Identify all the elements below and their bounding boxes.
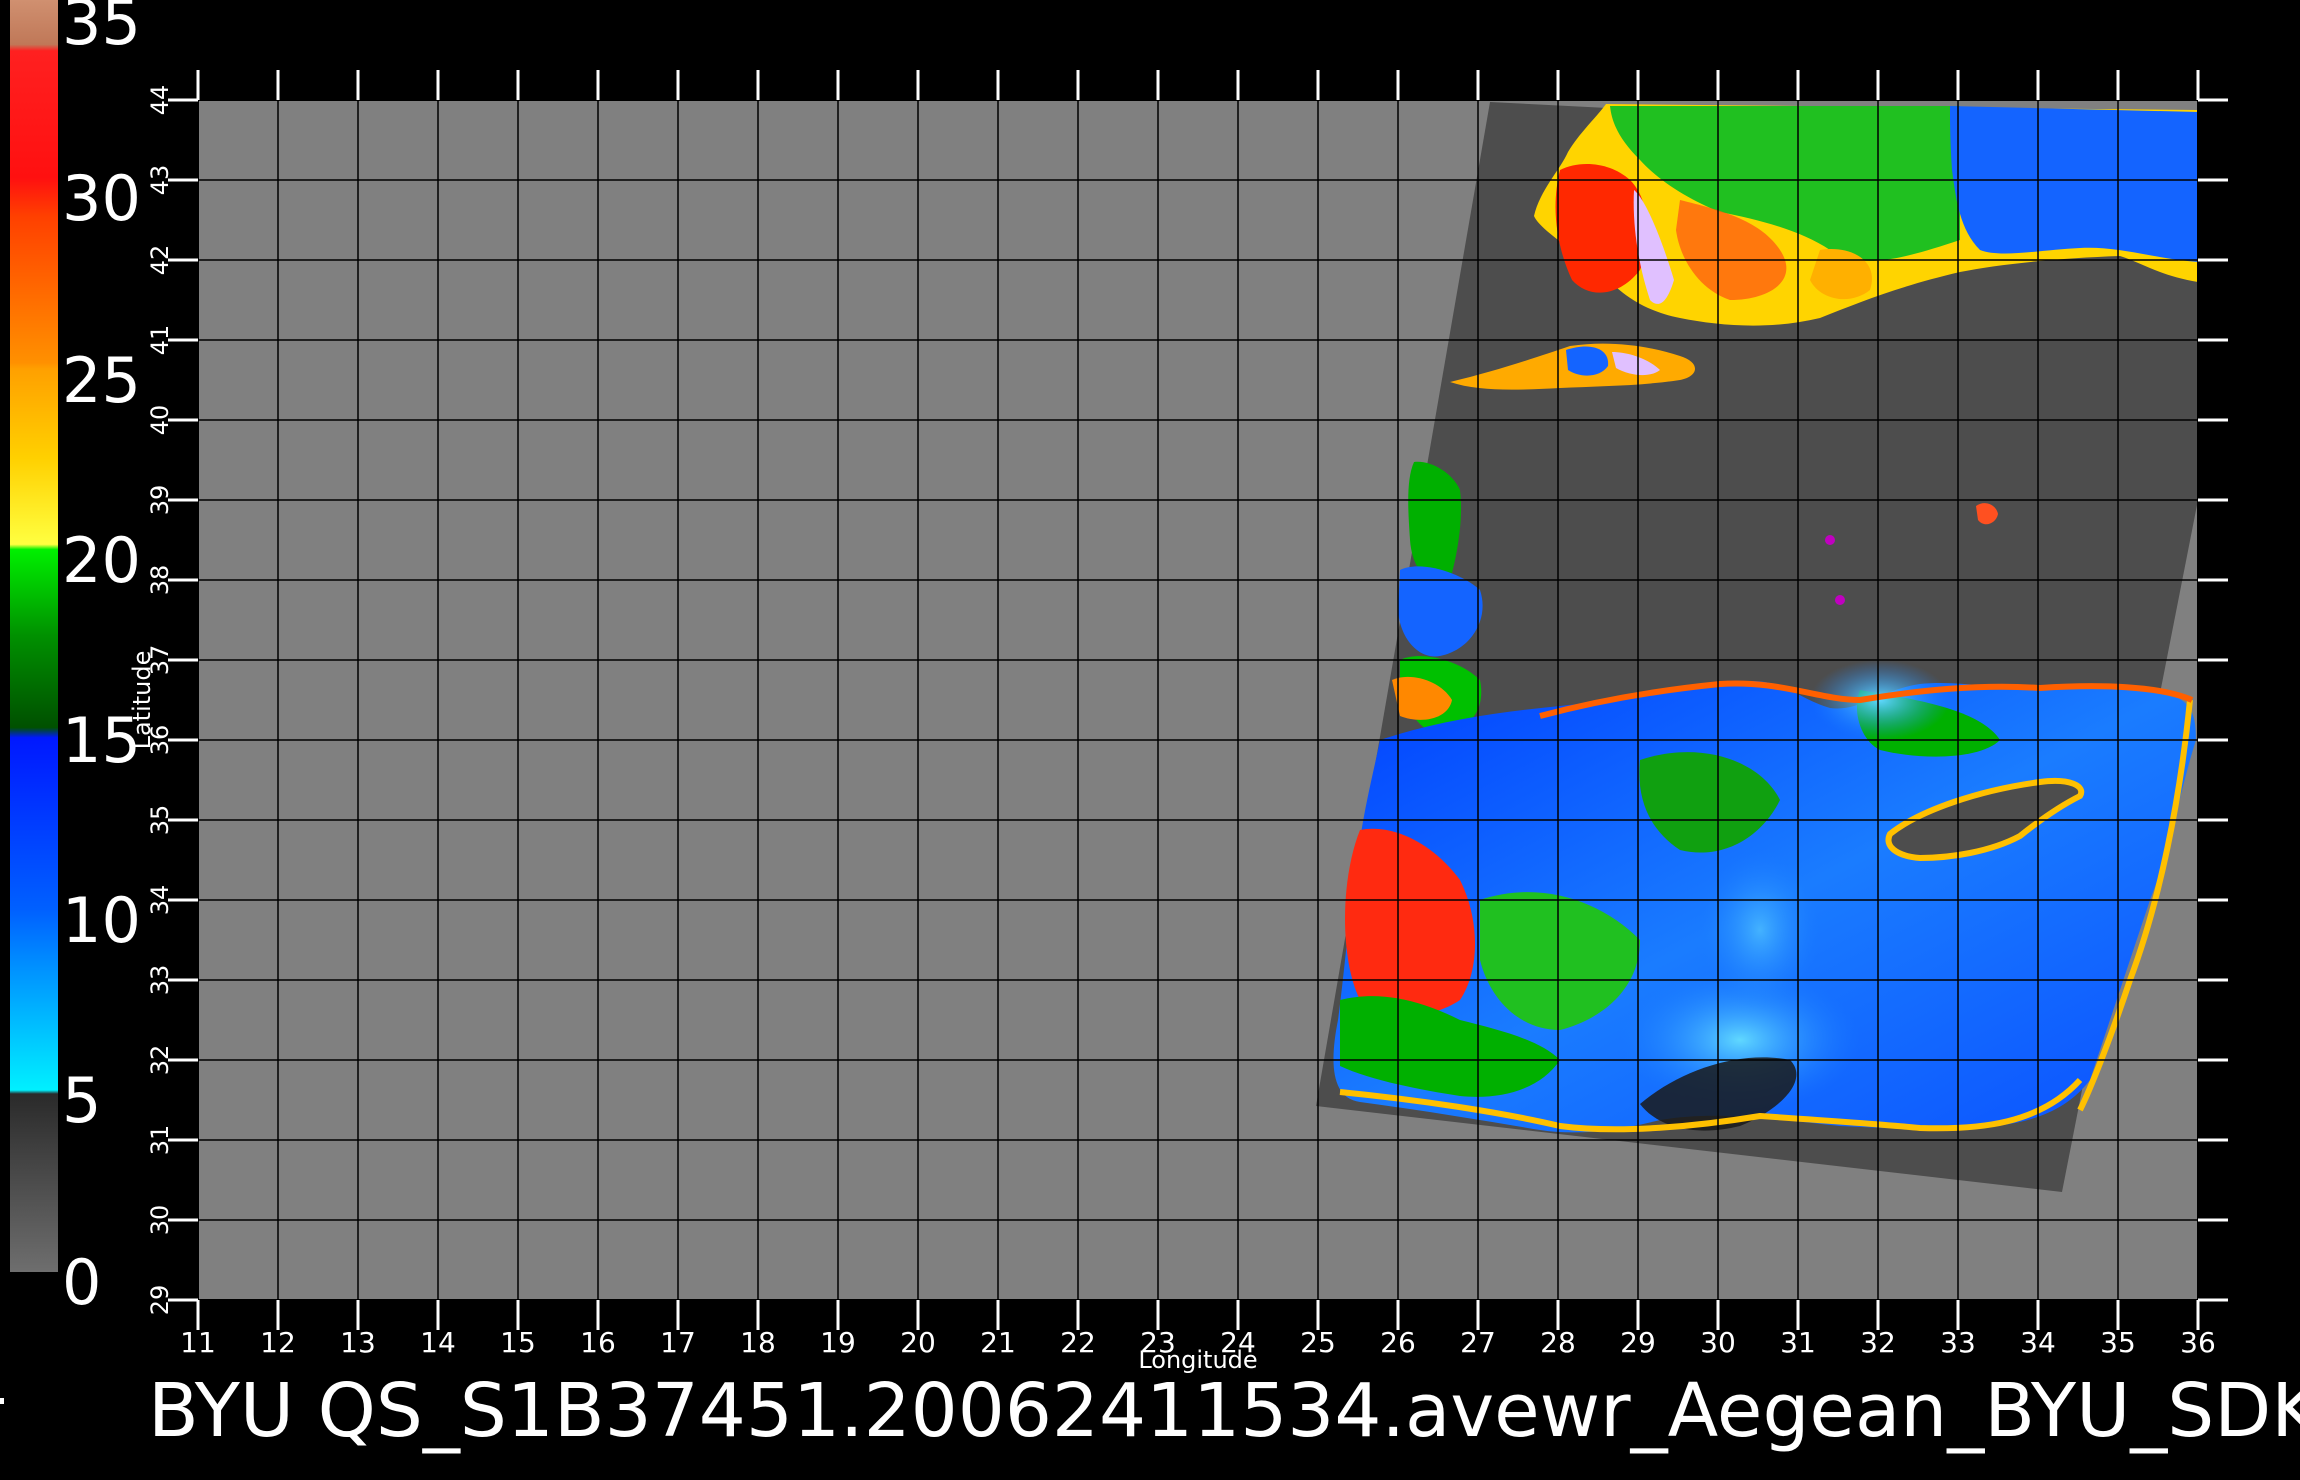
lon-tick-label: 17 <box>660 1326 696 1359</box>
lon-tick-label: 13 <box>340 1326 376 1359</box>
lon-tick-label: 11 <box>180 1326 216 1359</box>
footer-marker <box>0 1398 4 1404</box>
lon-tick-label: 26 <box>1380 1326 1416 1359</box>
lat-tick-label: 34 <box>146 885 174 916</box>
lon-tick-label: 34 <box>2020 1326 2056 1359</box>
lon-tick-label: 15 <box>500 1326 536 1359</box>
lat-tick-label: 40 <box>146 405 174 436</box>
lon-tick-label: 20 <box>900 1326 936 1359</box>
lon-tick-label: 27 <box>1460 1326 1496 1359</box>
lat-tick-label: 42 <box>146 245 174 276</box>
lon-tick-label: 14 <box>420 1326 456 1359</box>
lat-tick-label: 38 <box>146 565 174 596</box>
lon-tick-label: 28 <box>1540 1326 1576 1359</box>
lat-tick-label: 31 <box>146 1125 174 1156</box>
lat-tick-label: 41 <box>146 325 174 356</box>
lon-tick-label: 25 <box>1300 1326 1336 1359</box>
lon-tick-label: 32 <box>1860 1326 1896 1359</box>
lon-tick-label: 30 <box>1700 1326 1736 1359</box>
lon-tick-label: 12 <box>260 1326 296 1359</box>
lon-tick-label: 19 <box>820 1326 856 1359</box>
lat-tick-label: 35 <box>146 805 174 836</box>
lat-tick-label: 44 <box>146 85 174 116</box>
lon-tick-label: 31 <box>1780 1326 1816 1359</box>
lat-tick-label: 29 <box>146 1285 174 1316</box>
lon-tick-label: 16 <box>580 1326 616 1359</box>
aegean-west-coast <box>1408 461 1462 583</box>
lon-tick-label: 21 <box>980 1326 1016 1359</box>
lat-tick-label: 39 <box>146 485 174 516</box>
lon-tick-label: 36 <box>2180 1326 2216 1359</box>
lat-tick-label: 33 <box>146 965 174 996</box>
black-sea-blue <box>1950 106 2198 262</box>
lat-tick-label: 43 <box>146 165 174 196</box>
wind-map: 11 12 13 14 15 16 17 18 19 20 21 22 23 24 25 26 27 28 29 30… <box>128 70 2228 1374</box>
lon-tick-label: 35 <box>2100 1326 2136 1359</box>
y-axis-label: Latitude <box>128 651 156 750</box>
lon-tick-label: 29 <box>1620 1326 1656 1359</box>
lon-tick-label: 22 <box>1060 1326 1096 1359</box>
lon-tick-label: 33 <box>1940 1326 1976 1359</box>
lon-tick-label: 18 <box>740 1326 776 1359</box>
lat-tick-label: 30 <box>146 1205 174 1236</box>
lat-tick-label: 32 <box>146 1045 174 1076</box>
product-title: BYU QS_S1B37451.20062411534.avewr_Aegean… <box>148 1368 2300 1454</box>
